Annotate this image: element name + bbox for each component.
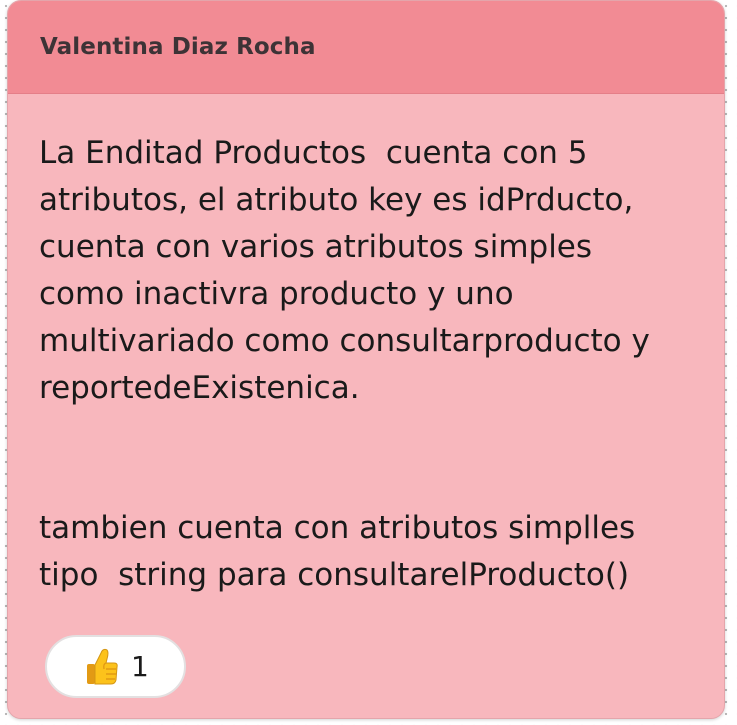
post-card: Valentina Diaz Rocha La Enditad Producto… [7,0,725,719]
thumbs-up-icon [85,647,119,687]
post-text-paragraph-1: La Enditad Productos cuenta con 5 atribu… [39,135,650,406]
reaction-count: 1 [131,650,149,683]
post-header: Valentina Diaz Rocha [8,1,724,94]
post-text-paragraph-2: tambien cuenta con atributos simplles ti… [39,510,636,593]
author-name: Valentina Diaz Rocha [40,34,316,60]
like-reaction-button[interactable]: 1 [45,635,186,698]
post-body: La Enditad Productos cuenta con 5 atribu… [8,94,724,599]
